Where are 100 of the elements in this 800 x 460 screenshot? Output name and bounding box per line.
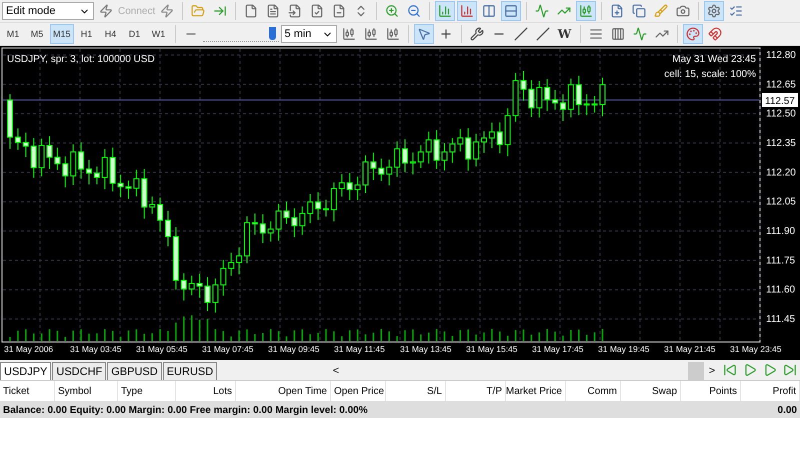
slider-thumb[interactable] xyxy=(269,26,276,40)
candle xyxy=(157,197,164,232)
timeframe-button[interactable]: W1 xyxy=(148,24,170,44)
settings-icon[interactable] xyxy=(704,1,724,21)
candle xyxy=(512,72,519,122)
candle xyxy=(496,122,503,154)
timeframe-button[interactable]: M5 xyxy=(26,24,48,44)
time-label: 31 May 09:45 xyxy=(268,344,321,356)
candle xyxy=(133,169,140,197)
scroll-thumb[interactable] xyxy=(688,362,704,380)
price-label: 111.90 xyxy=(766,226,796,238)
candle xyxy=(165,210,171,247)
timeframe-button[interactable]: H4 xyxy=(100,24,122,44)
price-label: 111.60 xyxy=(766,284,796,296)
column-header[interactable]: Symbol xyxy=(55,381,118,401)
palette-icon[interactable] xyxy=(682,24,703,44)
candle xyxy=(110,147,116,192)
candle xyxy=(386,159,392,186)
timeframe-button[interactable]: M1 xyxy=(2,24,24,44)
candle xyxy=(473,133,480,167)
interval-dropdown[interactable]: 5 min xyxy=(280,25,337,43)
mode-dropdown[interactable]: Edit mode xyxy=(2,2,94,20)
candle xyxy=(276,203,282,242)
candle xyxy=(528,80,534,118)
column-header[interactable]: Type xyxy=(118,381,176,401)
candle xyxy=(418,144,424,169)
time-label: 31 May 13:45 xyxy=(400,344,453,356)
candle xyxy=(520,70,526,102)
symbol-tab[interactable]: EURUSD xyxy=(162,362,218,380)
symbol-tab[interactable]: USDJPY xyxy=(0,362,52,380)
candle xyxy=(560,94,566,122)
price-label: 111.75 xyxy=(766,255,796,266)
candle xyxy=(204,276,210,312)
column-header[interactable]: Market Price xyxy=(506,381,566,401)
account-summary: Balance: 0.00 Equity: 0.00 Margin: 0.00 Free margin: 0.00 Margin level: 0.00% xyxy=(3,404,368,416)
timeframe-button[interactable]: M15 xyxy=(50,24,74,44)
column-header[interactable]: S/L xyxy=(386,381,446,401)
time-label: 31 May 19:45 xyxy=(598,344,651,356)
candle xyxy=(291,208,298,238)
candle xyxy=(196,273,203,298)
column-header[interactable]: T/P xyxy=(446,381,506,401)
candle xyxy=(260,214,266,244)
candle xyxy=(378,158,384,182)
candle xyxy=(370,152,376,180)
column-header[interactable]: Profit xyxy=(741,381,800,401)
column-header[interactable]: Comm xyxy=(566,381,621,401)
text-tool-button[interactable]: W xyxy=(554,24,575,44)
candle xyxy=(434,130,440,170)
column-header[interactable]: Points xyxy=(681,381,741,401)
candle xyxy=(62,156,68,188)
chart-title: USDJPY, spr: 3, lot: 100000 USD xyxy=(7,54,155,65)
candle xyxy=(220,259,226,296)
cursor-icon[interactable] xyxy=(414,24,434,44)
scroll-right-button[interactable]: > xyxy=(704,362,720,380)
candle xyxy=(449,138,456,164)
candle xyxy=(172,226,179,290)
column-header[interactable]: Lots xyxy=(176,381,236,401)
time-label: 31 May 23:45 xyxy=(730,344,783,356)
candle xyxy=(252,213,258,236)
candle xyxy=(284,201,290,224)
candle xyxy=(78,142,84,180)
candle xyxy=(188,275,195,296)
timeframe-button[interactable]: D1 xyxy=(124,24,146,44)
column-header[interactable]: Open Time xyxy=(236,381,331,401)
candle xyxy=(94,166,100,185)
speed-slider[interactable] xyxy=(202,26,279,42)
rows-icon[interactable] xyxy=(501,1,522,21)
candle xyxy=(354,176,361,201)
price-label: 112.05 xyxy=(766,196,796,208)
column-header[interactable]: Open Price xyxy=(331,381,386,401)
symbol-tab[interactable]: GBPUSD xyxy=(107,362,162,380)
symbol-tab[interactable]: USDCHF xyxy=(52,362,106,380)
column-header[interactable]: Swap xyxy=(621,381,681,401)
candlestick-icon[interactable] xyxy=(576,1,596,21)
candle xyxy=(14,128,21,150)
chart-icon[interactable] xyxy=(457,1,478,21)
candle xyxy=(118,174,124,198)
candle xyxy=(544,78,550,112)
candle xyxy=(236,246,242,275)
candle xyxy=(307,193,314,224)
candle xyxy=(244,216,250,264)
candle xyxy=(568,78,574,118)
candle xyxy=(323,199,329,217)
candle xyxy=(149,196,156,214)
candle xyxy=(394,140,400,178)
scroll-left-button[interactable]: < xyxy=(328,362,344,380)
chart-scale-info: cell: 15, scale: 100% xyxy=(664,69,756,80)
time-label: 31 May 03:45 xyxy=(70,344,123,356)
candle xyxy=(457,128,464,152)
chart-datetime: May 31 Wed 23:45 xyxy=(672,54,756,65)
candle xyxy=(536,80,542,118)
candle xyxy=(315,192,322,220)
candle xyxy=(488,122,495,149)
candle xyxy=(481,130,487,154)
candle xyxy=(126,180,132,200)
candle xyxy=(442,142,448,171)
column-header[interactable]: Ticket xyxy=(0,381,55,401)
timeframe-button[interactable]: H1 xyxy=(76,24,98,44)
profit-total: 0.00 xyxy=(778,404,797,416)
price-label: 112.65 xyxy=(766,79,796,90)
